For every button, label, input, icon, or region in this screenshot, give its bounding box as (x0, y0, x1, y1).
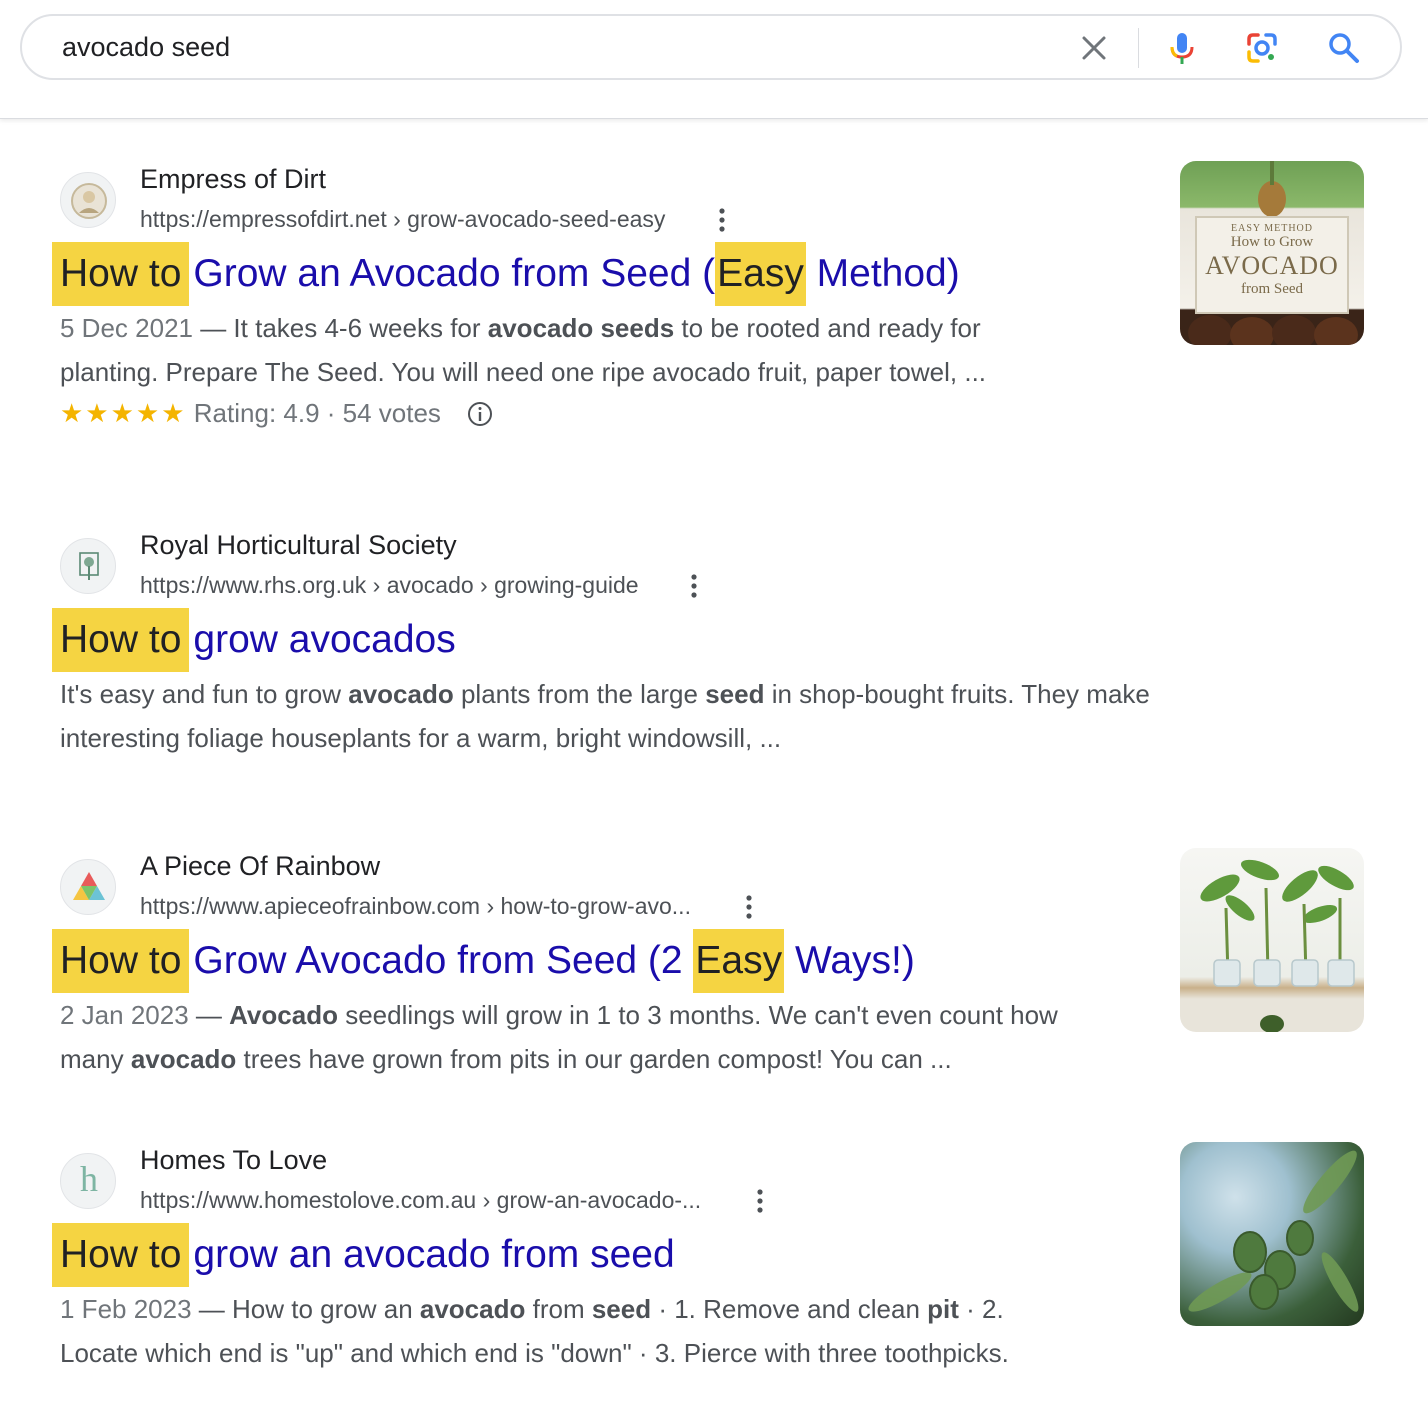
site-url[interactable]: https://www.apieceofrainbow.com › how-to… (140, 893, 691, 920)
result-date: 5 Dec 2021 (60, 313, 193, 343)
snippet-text: — How to grow an (191, 1294, 420, 1324)
rating-row: ★★★★★ Rating: 4.9 · 54 votes (60, 398, 494, 429)
site-favicon (60, 859, 116, 915)
site-favicon (60, 538, 116, 594)
snippet-bold: avocado (130, 1044, 237, 1074)
camera-lens-icon[interactable] (1244, 30, 1280, 66)
more-options-icon[interactable] (684, 572, 704, 602)
result-snippet: It's easy and fun to grow avocado plants… (60, 672, 1360, 760)
snippet-bold: pit (927, 1294, 959, 1324)
title-text: Method) (805, 252, 960, 295)
rating-stars: ★★★★★ (60, 398, 187, 428)
microphone-icon[interactable] (1164, 30, 1200, 66)
result-title-link[interactable]: How to Grow an Avocado from Seed (Easy Me… (52, 242, 960, 306)
result-thumbnail[interactable] (1180, 848, 1364, 1032)
snippet-text: interesting foliage houseplants for a wa… (60, 723, 782, 753)
snippet-bold: avocado (348, 679, 454, 709)
result-thumbnail[interactable] (1180, 1142, 1364, 1326)
site-url[interactable]: https://www.homestolove.com.au › grow-an… (140, 1187, 701, 1214)
snippet-text: many (60, 1044, 131, 1074)
title-highlight: How to (52, 242, 190, 306)
search-header (0, 0, 1428, 119)
result-thumbnail[interactable]: EASY METHOD How to Grow AVOCADO from See… (1180, 161, 1364, 345)
snippet-bold: Avocado (229, 1000, 338, 1030)
thumb-caption: How to Grow (1230, 234, 1314, 250)
info-icon[interactable] (466, 400, 494, 428)
result-snippet: 5 Dec 2021 — It takes 4-6 weeks for avoc… (60, 306, 1140, 394)
result-snippet: 1 Feb 2023 — How to grow an avocado from… (60, 1287, 1160, 1375)
site-url[interactable]: https://www.rhs.org.uk › avocado › growi… (140, 572, 639, 599)
result-title-link[interactable]: How to Grow Avocado from Seed (2 Easy Way… (52, 929, 915, 993)
snippet-text: in shop-bought fruits. They make (764, 679, 1150, 709)
site-name[interactable]: A Piece Of Rainbow (140, 851, 380, 882)
title-text: Grow an Avocado from Seed ( (193, 252, 716, 295)
more-options-icon[interactable] (712, 206, 732, 236)
title-text: Grow Avocado from Seed (2 (193, 939, 694, 982)
close-icon[interactable] (1076, 30, 1112, 66)
title-text: grow avocados (193, 618, 456, 661)
thumb-caption: from Seed (1240, 281, 1304, 297)
search-input[interactable] (62, 28, 1042, 66)
title-highlight: Easy (693, 929, 785, 993)
site-name[interactable]: Homes To Love (140, 1145, 327, 1176)
snippet-text: from (525, 1294, 592, 1324)
thumb-caption: EASY METHOD (1230, 223, 1313, 234)
snippet-text: seedlings will grow in 1 to 3 months. We… (337, 1000, 1058, 1030)
title-highlight: Easy (715, 242, 806, 306)
snippet-text: trees have grown from pits in our garden… (236, 1044, 952, 1074)
more-options-icon[interactable] (739, 893, 759, 923)
result-snippet: 2 Jan 2023 — Avocado seedlings will grow… (60, 993, 1160, 1081)
snippet-text: · 2. (958, 1294, 1004, 1324)
snippet-bold: avocado seeds (487, 313, 675, 343)
snippet-bold: seed (591, 1294, 652, 1324)
snippet-text: planting. Prepare The Seed. You will nee… (60, 357, 987, 387)
snippet-text: Locate which end is "up" and which end i… (60, 1338, 1009, 1368)
title-highlight: How to (52, 608, 190, 672)
thumb-caption: AVOCADO (1205, 251, 1339, 280)
title-text: grow an avocado from seed (193, 1233, 675, 1276)
search-divider (1138, 28, 1139, 68)
site-favicon-letter: h (80, 1159, 98, 1199)
site-favicon (60, 172, 116, 228)
result-title-link[interactable]: How to grow avocados (52, 608, 456, 672)
rating-text: Rating: 4.9 · 54 votes (193, 398, 441, 428)
result-date: 2 Jan 2023 (60, 1000, 189, 1030)
snippet-text: · 1. Remove and clean (651, 1294, 928, 1324)
snippet-text: — It takes 4-6 weeks for (192, 313, 488, 343)
snippet-text: — (188, 1000, 230, 1030)
search-icon[interactable] (1326, 30, 1362, 66)
more-options-icon[interactable] (750, 1187, 770, 1217)
title-highlight: How to (52, 1223, 190, 1287)
snippet-bold: seed (705, 679, 765, 709)
site-name[interactable]: Empress of Dirt (140, 164, 326, 195)
site-url[interactable]: https://empressofdirt.net › grow-avocado… (140, 206, 665, 233)
site-favicon: h (60, 1153, 116, 1209)
title-text: Ways!) (784, 939, 915, 982)
snippet-text: plants from the large (453, 679, 706, 709)
title-highlight: How to (52, 929, 190, 993)
result-date: 1 Feb 2023 (60, 1294, 192, 1324)
snippet-text: to be rooted and ready for (674, 313, 981, 343)
snippet-text: It's easy and fun to grow (60, 679, 349, 709)
snippet-bold: avocado (419, 1294, 526, 1324)
search-box[interactable] (20, 14, 1402, 80)
result-title-link[interactable]: How to grow an avocado from seed (52, 1223, 675, 1287)
site-name[interactable]: Royal Horticultural Society (140, 530, 457, 561)
